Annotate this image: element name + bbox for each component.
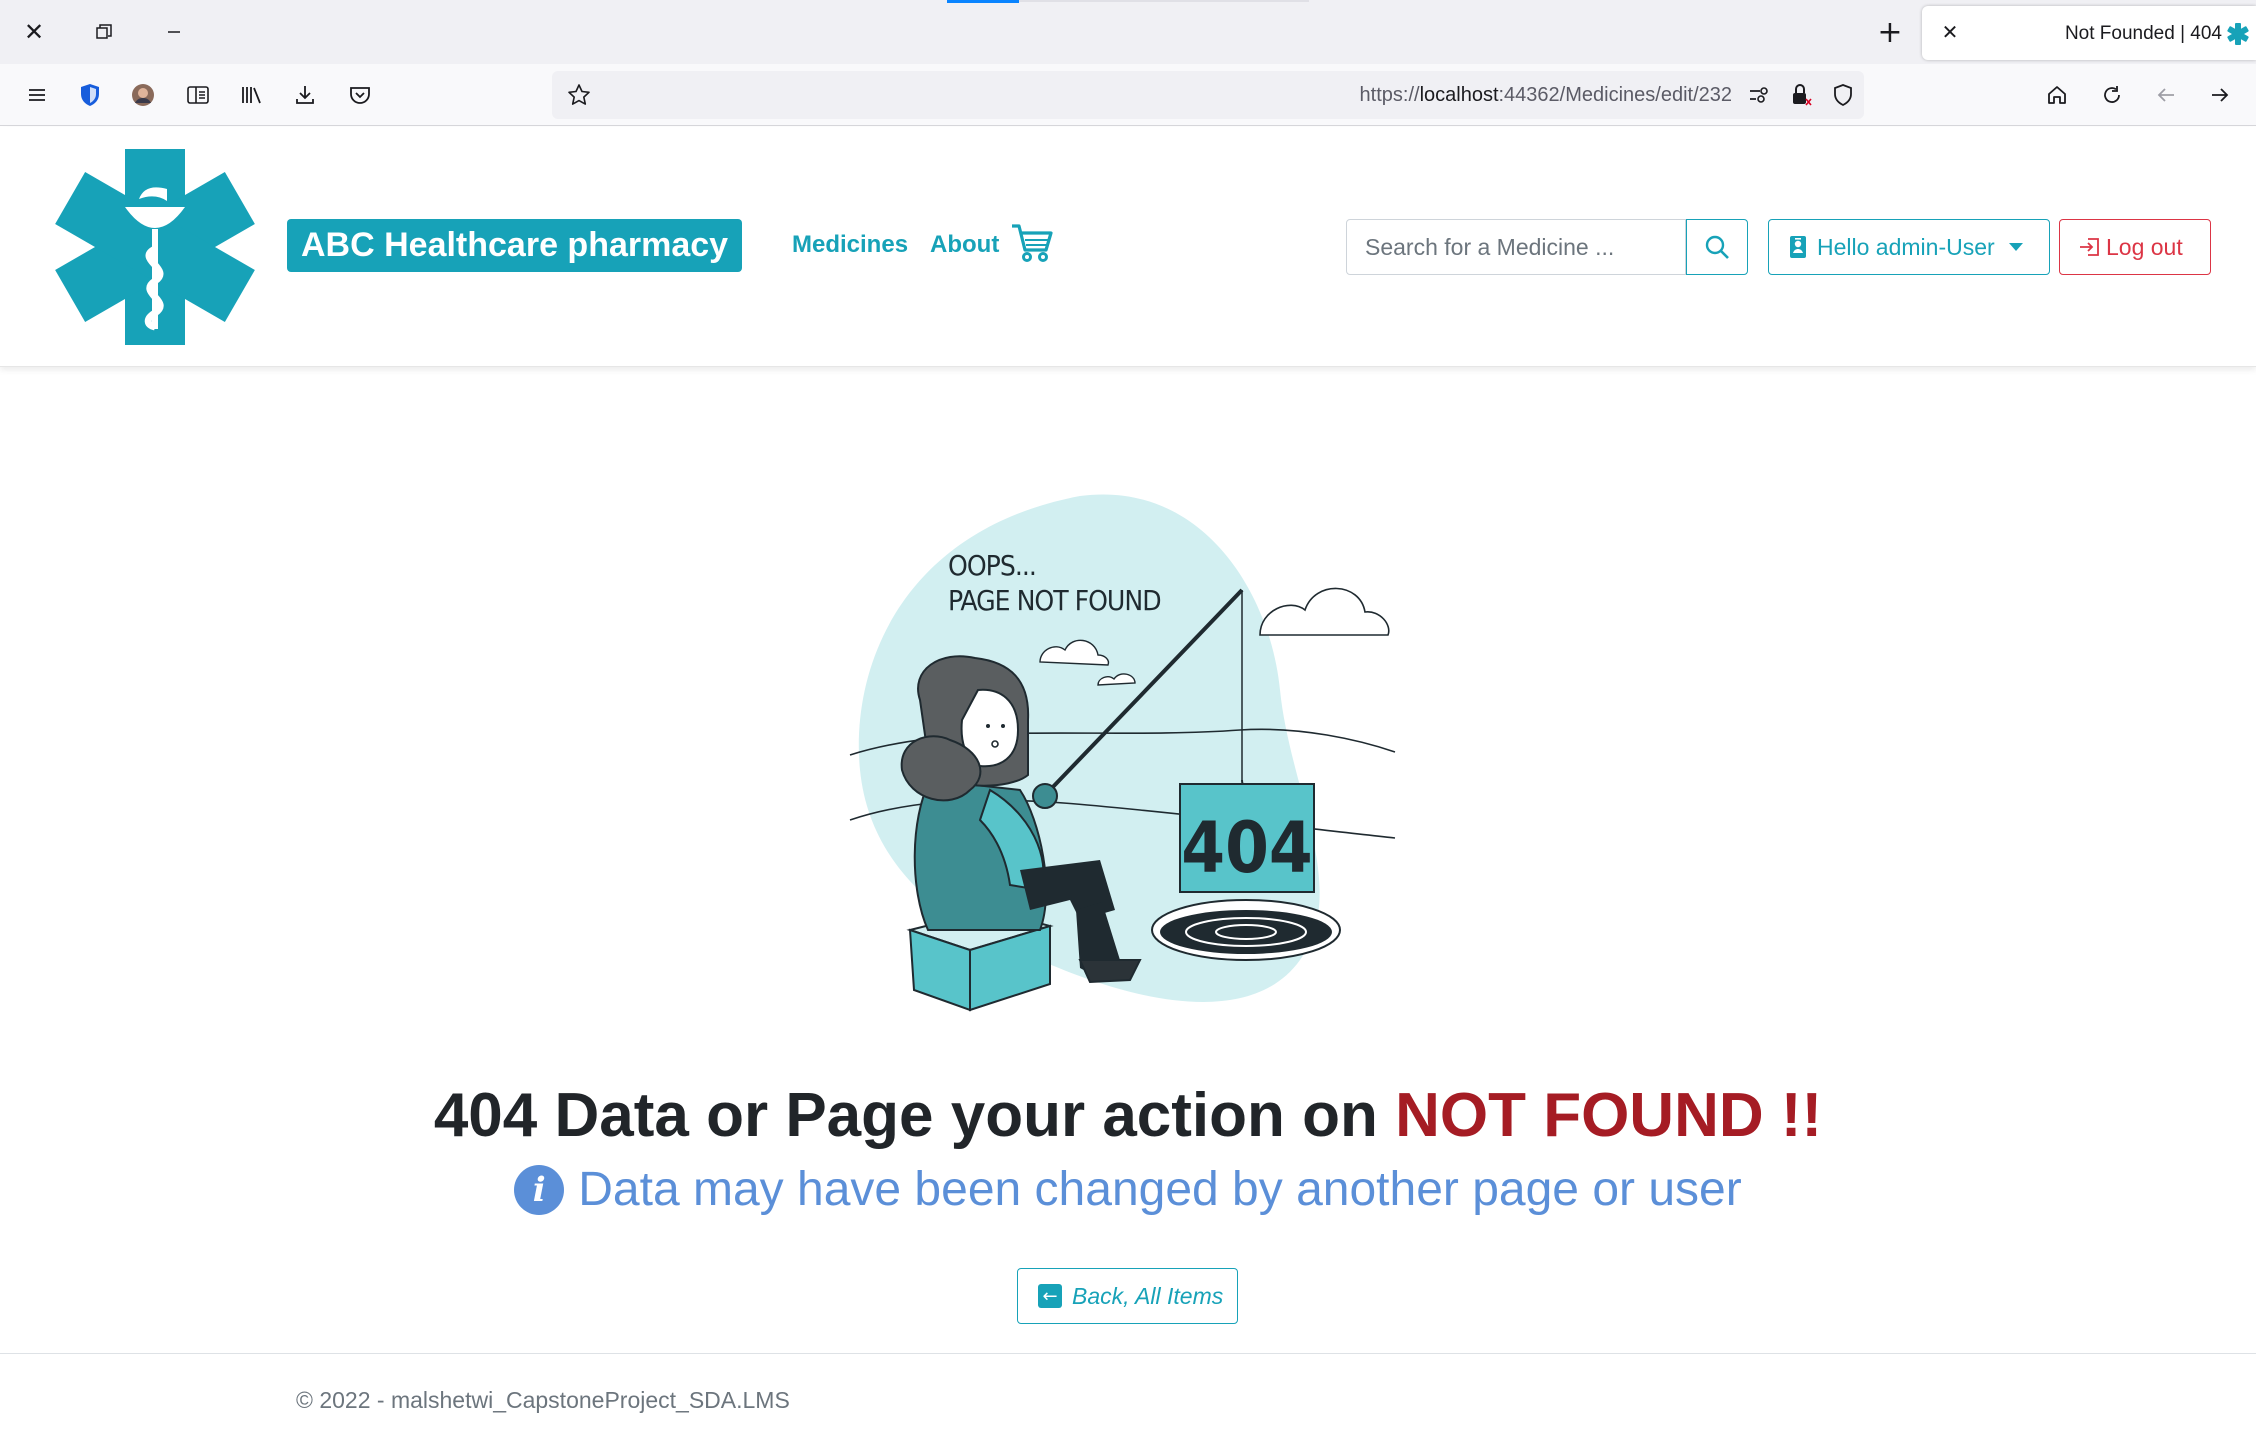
logout-button[interactable]: Log out (2059, 219, 2211, 275)
info-icon: i (514, 1164, 565, 1215)
tab-favicon-icon (2227, 23, 2249, 45)
logout-label: Log out (2106, 233, 2183, 260)
logout-icon (2080, 238, 2099, 256)
search-button[interactable] (1686, 219, 1748, 275)
tab-divider (1019, 0, 1309, 2)
user-badge-icon (1790, 236, 1806, 258)
back-all-items-label: Back, All Items (1072, 1282, 1224, 1309)
shield-extension-icon[interactable] (73, 78, 107, 112)
home-icon[interactable] (2040, 78, 2074, 112)
url-bar[interactable]: https://localhost:44362/Medicines/edit/2… (552, 71, 1864, 119)
close-window-icon[interactable]: ✕ (16, 14, 52, 50)
tab-close-icon[interactable]: ✕ (1936, 18, 1964, 46)
info-message: i Data may have been changed by another … (0, 1162, 2256, 1217)
browser-tab-strip: ✕ + ✕ Not Founded | 404 (0, 0, 2256, 64)
sign-404-text: 404 (1181, 807, 1312, 889)
new-tab-icon[interactable]: + (1870, 14, 1910, 50)
user-dropdown-button[interactable]: Hello admin-User (1768, 219, 2050, 275)
browser-toolbar: https://localhost:44362/Medicines/edit/2… (0, 64, 2256, 126)
url-rest: :44362/Medicines/edit/232 (1498, 84, 1733, 106)
error-headline-text: 404 Data or Page your action on (433, 1081, 1396, 1150)
active-tab[interactable]: ✕ Not Founded | 404 (1922, 6, 2256, 60)
url-text: https://localhost:44362/Medicines/edit/2… (1360, 84, 1732, 107)
star-of-life-logo[interactable] (54, 149, 256, 345)
chevron-down-icon (2008, 243, 2023, 251)
menu-icon[interactable] (20, 78, 54, 112)
medicine-search-input[interactable] (1346, 219, 1686, 275)
illustration-caption-2: PAGE NOT FOUND (948, 584, 1161, 617)
nav-link-medicines[interactable]: Medicines (792, 231, 908, 259)
tab-indicator (947, 0, 1019, 3)
site-navbar: ABC Healthcare pharmacy Medicines About … (0, 127, 2256, 367)
tab-title: Not Founded | 404 (2064, 23, 2222, 44)
search-icon (1705, 235, 1729, 259)
url-prefix: https:// (1359, 84, 1420, 106)
error-headline: 404 Data or Page your action on NOT FOUN… (0, 1080, 2256, 1151)
forward-icon[interactable] (2203, 78, 2237, 112)
user-greeting: Hello admin-User (1817, 233, 1995, 260)
site-footer: © 2022 - malshetwi_CapstoneProject_SDA.L… (0, 1353, 2256, 1444)
nav-link-about[interactable]: About (930, 231, 999, 259)
lock-icon[interactable] (1786, 80, 1816, 110)
reload-icon[interactable] (2095, 78, 2129, 112)
library-icon[interactable] (235, 78, 269, 112)
download-icon[interactable] (288, 78, 322, 112)
profile-avatar[interactable] (126, 78, 160, 112)
arrow-left-square-icon: ← (1038, 1284, 1062, 1308)
not-found-illustration: OOPS... PAGE NOT FOUND 404 (849, 494, 1396, 1012)
restore-window-icon[interactable] (86, 14, 122, 50)
bookmark-star-icon[interactable] (562, 78, 596, 112)
back-icon[interactable] (2149, 78, 2183, 112)
cart-icon[interactable] (1010, 221, 1054, 265)
brand-link[interactable]: ABC Healthcare pharmacy (287, 219, 743, 272)
info-message-text: Data may have been changed by another pa… (578, 1163, 1742, 1216)
back-all-items-button[interactable]: ← Back, All Items (1017, 1268, 1238, 1324)
error-headline-highlight: NOT FOUND !! (1395, 1081, 1823, 1150)
url-host: localhost (1419, 84, 1499, 106)
illustration-caption-1: OOPS... (948, 549, 1036, 582)
tracking-shield-icon[interactable] (1828, 80, 1858, 110)
footer-copyright: © 2022 - malshetwi_CapstoneProject_SDA.L… (296, 1387, 790, 1413)
pocket-icon[interactable] (343, 78, 377, 112)
minimize-window-icon[interactable] (156, 14, 192, 50)
sidebar-icon[interactable] (181, 78, 215, 112)
permissions-icon[interactable] (1744, 80, 1774, 110)
